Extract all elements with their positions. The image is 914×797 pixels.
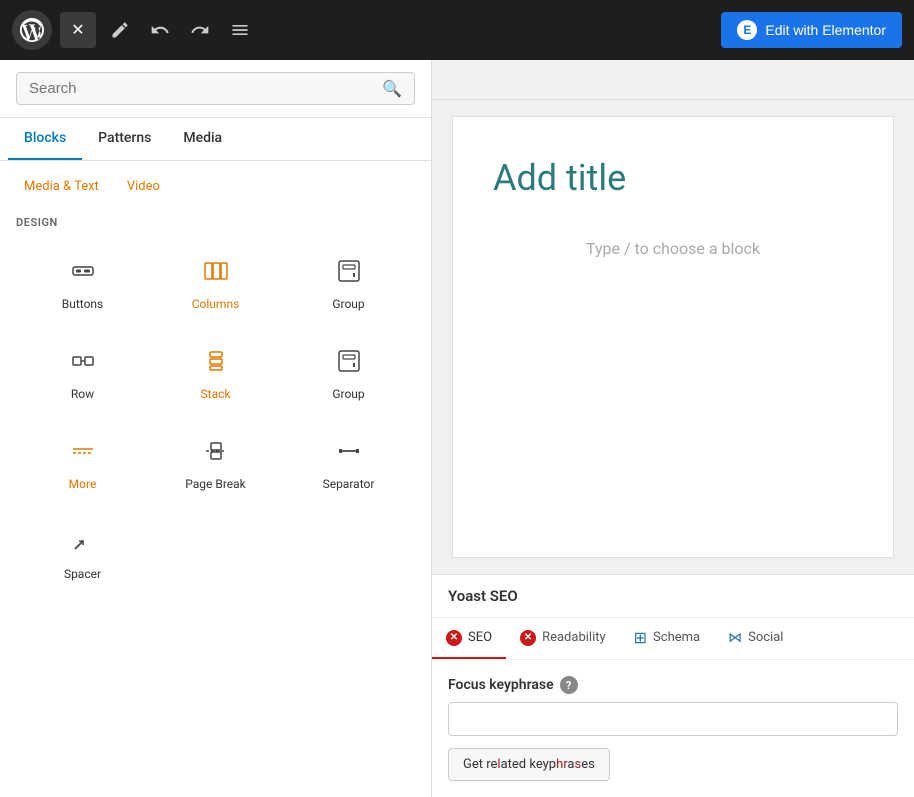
blocks-row-2: Row Stack Group — [0, 327, 431, 417]
canvas-inner: Add title Type / to choose a block — [452, 116, 894, 558]
block-stack[interactable]: Stack — [149, 331, 282, 413]
main-layout: 🔍 Blocks Patterns Media Media & Text Vid… — [0, 60, 914, 797]
block-page-break[interactable]: Page Break — [149, 421, 282, 503]
elementor-icon: E — [737, 20, 757, 40]
block-spacer[interactable]: Spacer — [16, 511, 149, 593]
hamburger-icon — [230, 20, 250, 40]
yoast-header: Yoast SEO — [432, 575, 914, 618]
help-icon[interactable]: ? — [560, 676, 578, 694]
group2-label: Group — [332, 387, 364, 401]
blocks-row-1: Buttons Columns Group — [0, 237, 431, 327]
block-group[interactable]: Group — [282, 241, 415, 323]
readability-status-dot: ✕ — [520, 630, 536, 646]
yoast-tab-social[interactable]: ⋈ Social — [714, 618, 797, 659]
search-input[interactable] — [29, 80, 382, 97]
yoast-tab-schema[interactable]: ⊞ Schema — [620, 618, 714, 659]
search-input-wrap: 🔍 — [16, 72, 415, 105]
inline-items: Media & Text Video — [0, 169, 431, 204]
content-area: Add title Type / to choose a block Yoast… — [432, 60, 914, 797]
separator-icon — [335, 437, 363, 469]
yoast-tab-seo[interactable]: ✕ SEO — [432, 618, 506, 659]
blocks-row-4: Spacer — [0, 507, 431, 597]
block-row[interactable]: Row — [16, 331, 149, 413]
search-bar: 🔍 — [0, 60, 431, 118]
tab-blocks[interactable]: Blocks — [8, 118, 82, 160]
pencil-icon — [110, 20, 130, 40]
yoast-tab-readability[interactable]: ✕ Readability — [506, 618, 620, 659]
block-separator[interactable]: Separator — [282, 421, 415, 503]
add-title-field[interactable]: Add title — [493, 157, 853, 199]
social-icon: ⋈ — [728, 630, 742, 646]
choose-block-hint: Type / to choose a block — [493, 219, 853, 278]
undo-icon — [150, 20, 170, 40]
page-break-icon — [202, 437, 230, 469]
redo-button[interactable] — [184, 14, 216, 46]
row-icon — [69, 347, 97, 379]
buttons-icon — [69, 257, 97, 289]
spacer-icon — [69, 527, 97, 559]
seo-status-dot: ✕ — [446, 630, 462, 646]
menu-button[interactable] — [224, 14, 256, 46]
more-label: More — [69, 477, 97, 491]
close-button[interactable]: ✕ — [60, 12, 96, 48]
stack-label: Stack — [201, 387, 231, 401]
block-buttons[interactable]: Buttons — [16, 241, 149, 323]
yoast-tabs: ✕ SEO ✕ Readability ⊞ Schema ⋈ Social — [432, 618, 914, 660]
wp-icon — [20, 18, 44, 42]
get-keyphrases-button[interactable]: Get related keyphrases — [448, 748, 610, 781]
redo-icon — [190, 20, 210, 40]
group2-icon — [335, 347, 363, 379]
canvas-toolbar — [432, 60, 914, 100]
sidebar: 🔍 Blocks Patterns Media Media & Text Vid… — [0, 60, 432, 797]
group-icon — [335, 257, 363, 289]
editor-canvas: Add title Type / to choose a block — [432, 60, 914, 574]
canvas-body: Add title Type / to choose a block — [453, 117, 893, 557]
stack-icon — [202, 347, 230, 379]
row-label: Row — [71, 387, 94, 401]
sidebar-tabs: Blocks Patterns Media — [0, 118, 431, 161]
edit-elementor-button[interactable]: E Edit with Elementor — [721, 12, 902, 48]
block-columns[interactable]: Columns — [149, 241, 282, 323]
block-group-2[interactable]: Group — [282, 331, 415, 413]
tab-patterns[interactable]: Patterns — [82, 118, 167, 160]
focus-keyphrase-input[interactable] — [448, 702, 898, 736]
top-bar: ✕ E Edit with Elementor — [0, 0, 914, 60]
page-break-label: Page Break — [185, 477, 246, 491]
more-icon — [69, 437, 97, 469]
block-video[interactable]: Video — [115, 173, 172, 200]
separator-label: Separator — [323, 477, 375, 491]
columns-icon — [202, 257, 230, 289]
yoast-panel: Yoast SEO ✕ SEO ✕ Readability ⊞ Schema ⋈… — [432, 574, 914, 797]
columns-label: Columns — [192, 297, 240, 311]
focus-keyphrase-label: Focus keyphrase ? — [448, 676, 898, 694]
wordpress-logo[interactable] — [12, 10, 52, 50]
search-icon[interactable]: 🔍 — [382, 79, 402, 98]
edit-pencil-button[interactable] — [104, 14, 136, 46]
design-section-label: DESIGN — [0, 204, 431, 237]
buttons-label: Buttons — [62, 297, 104, 311]
tab-media[interactable]: Media — [167, 118, 238, 160]
block-media-and-text[interactable]: Media & Text — [12, 173, 111, 200]
group-label: Group — [332, 297, 364, 311]
block-more[interactable]: More — [16, 421, 149, 503]
spacer-label: Spacer — [64, 567, 101, 581]
yoast-body: Focus keyphrase ? Get related keyphrases — [432, 660, 914, 797]
schema-icon: ⊞ — [634, 628, 647, 647]
block-list: Media & Text Video DESIGN Buttons Colum — [0, 161, 431, 797]
undo-button[interactable] — [144, 14, 176, 46]
blocks-row-3: More Page Break Separator — [0, 417, 431, 507]
